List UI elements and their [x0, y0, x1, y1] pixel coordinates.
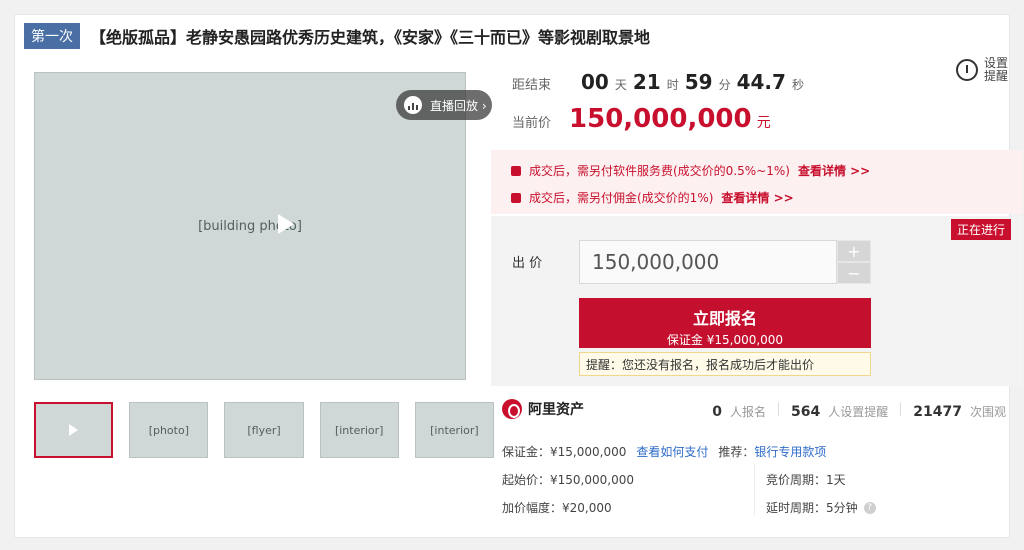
increment: 加价幅度：¥20,000: [502, 501, 612, 515]
brand-name: 阿里资产: [528, 402, 584, 418]
bid-cycle: 竞价周期：1天: [766, 473, 846, 487]
fee-text: 成交后，需另付佣金(成交价的1%): [529, 191, 714, 205]
countdown-minutes: 59: [684, 70, 713, 94]
recommend-label: 推荐：: [718, 445, 755, 459]
stat-label: 次围观: [969, 405, 1006, 419]
increase-button[interactable]: +: [837, 240, 871, 262]
stat-label: 人设置提醒: [828, 405, 889, 419]
countdown-label: 距结束: [512, 78, 552, 93]
how-to-pay-link[interactable]: 查看如何支付: [636, 443, 708, 460]
ali-asset-logo-icon: [502, 399, 522, 419]
thumbnail[interactable]: [photo]: [129, 402, 209, 458]
deposit-text: 保证金：¥15,000,000: [502, 445, 627, 459]
play-icon: [69, 424, 79, 436]
divider: [900, 402, 902, 416]
help-icon[interactable]: ?: [863, 501, 876, 514]
remind-button[interactable]: 设置提醒: [956, 57, 1012, 83]
divider: [778, 402, 780, 416]
deposit-row: 保证金：¥15,000,000 查看如何支付 推荐： 银行专用款项: [502, 443, 826, 460]
divider: [754, 464, 755, 516]
countdown-seconds: 44.7: [736, 70, 786, 94]
main-media[interactable]: [building photo]: [34, 72, 466, 380]
brand[interactable]: 阿里资产: [502, 399, 584, 419]
countdown-minutes-unit: 分: [718, 78, 731, 92]
bid-input[interactable]: 150,000,000: [579, 240, 837, 284]
countdown-hours: 21: [632, 70, 661, 94]
countdown: 距结束 00 天 21 时 59 分 44.7 秒: [512, 70, 804, 94]
bid-label: 出 价: [512, 256, 543, 271]
replay-button[interactable]: 直播回放 ›: [396, 90, 492, 120]
signup-tip: 提醒：您还没有报名，报名成功后才能出价: [579, 352, 871, 376]
price-label: 当前价: [512, 116, 552, 131]
fee-line: 成交后，需另付佣金(成交价的1%) 查看详情 >>: [511, 189, 1003, 206]
fee-line: 成交后，需另付软件服务费(成交价的0.5%~1%) 查看详情 >>: [511, 162, 1003, 179]
stat-number: 564: [791, 404, 821, 420]
thumbnail-strip: [photo] [flyer] [interior] [interior]: [34, 402, 494, 460]
bank-fund-link[interactable]: 银行专用款项: [754, 443, 826, 460]
delay-cycle: 延时周期：5分钟 ?: [766, 499, 876, 516]
signup-deposit: 保证金 ¥15,000,000: [666, 333, 784, 347]
main-image: [building photo]: [34, 72, 466, 380]
remind-label: 设置提醒: [984, 56, 1009, 83]
signup-label: 立即报名: [692, 309, 757, 328]
current-price: 当前价 150,000,000 元: [512, 104, 771, 134]
countdown-hours-unit: 时: [666, 78, 679, 92]
stat-label: 人报名: [730, 405, 767, 419]
fee-text: 成交后，需另付软件服务费(成交价的0.5%~1%): [529, 164, 790, 178]
countdown-days-unit: 天: [614, 78, 627, 92]
stat-number: 21477: [913, 404, 962, 420]
play-icon[interactable]: [278, 214, 294, 234]
title-row: 第一次 【绝版孤品】老静安愚园路优秀历史建筑，《安家》《三十而已》等影视剧取景地: [24, 22, 650, 50]
gift-icon: [511, 165, 521, 176]
price-unit: 元: [756, 115, 771, 131]
bid-stepper: + −: [837, 240, 871, 284]
page-title: 【绝版孤品】老静安愚园路优秀历史建筑，《安家》《三十而已》等影视剧取景地: [90, 28, 651, 47]
status-badge: 正在进行: [950, 219, 1011, 240]
fee-detail-link[interactable]: 查看详情 >>: [798, 162, 870, 179]
countdown-seconds-unit: 秒: [791, 78, 804, 92]
chart-icon: [404, 96, 422, 114]
thumbnail[interactable]: [34, 402, 114, 458]
start-price: 起始价：¥150,000,000: [502, 473, 634, 487]
price-value: 150,000,000: [569, 104, 752, 134]
signup-button[interactable]: 立即报名 保证金 ¥15,000,000: [579, 298, 871, 348]
delay-text: 延时周期：5分钟: [766, 501, 858, 515]
decrease-button[interactable]: −: [837, 262, 871, 284]
countdown-days: 00: [581, 70, 609, 94]
fee-detail-link[interactable]: 查看详情 >>: [721, 189, 793, 206]
alarm-clock-icon: [956, 59, 978, 81]
thumbnail[interactable]: [interior]: [414, 402, 494, 458]
replay-label: 直播回放 ›: [430, 98, 487, 113]
fee-notice: 成交后，需另付软件服务费(成交价的0.5%~1%) 查看详情 >> 成交后，需另…: [491, 150, 1023, 214]
gift-icon: [511, 192, 521, 203]
thumbnail[interactable]: [interior]: [319, 402, 399, 458]
stats: 0 人报名 564 人设置提醒 21477 次围观: [712, 402, 1006, 420]
round-badge: 第一次: [24, 23, 80, 49]
thumbnail[interactable]: [flyer]: [224, 402, 304, 458]
stat-number: 0: [712, 404, 722, 420]
